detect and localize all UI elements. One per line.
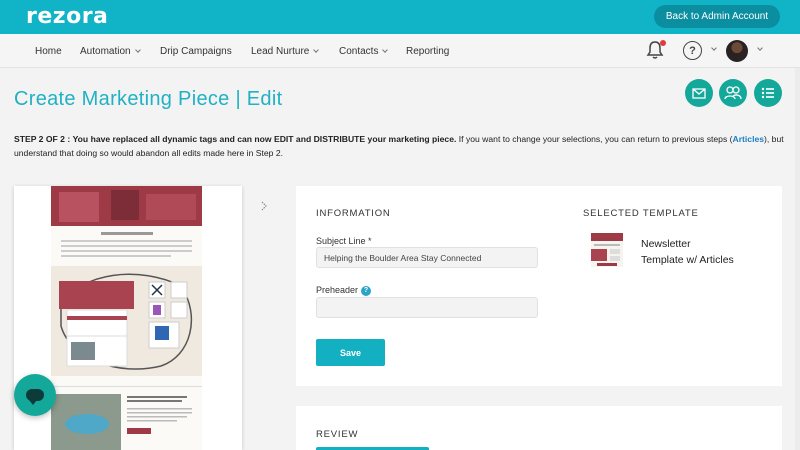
step-message: STEP 2 OF 2 : You have replaced all dyna… [14,134,784,158]
nav-reporting[interactable]: Reporting [406,34,449,68]
info-icon[interactable]: ? [361,285,372,296]
nav-drip-campaigns[interactable]: Drip Campaigns [160,34,232,68]
help-icon[interactable]: ? [683,41,702,60]
template-name: Newsletter Template w/ Articles [641,238,734,266]
envelope-glyph [692,87,706,99]
nav-lead-nurture[interactable]: Lead Nurture [251,34,320,68]
chevron-down-icon [382,46,389,53]
chevron-down-icon [134,46,141,53]
subject-line-label: Subject Line * [316,236,372,246]
preheader-label: Preheader? [316,285,372,296]
articles-link[interactable]: Articles [733,134,765,144]
list-icon[interactable] [754,79,782,107]
page-title: Create Marketing Piece | Edit [14,88,283,110]
chat-icon [26,389,44,405]
review-card [296,406,782,450]
nav-contacts[interactable]: Contacts [339,34,389,68]
nav-home[interactable]: Home [35,34,62,68]
newsletter-thumbnail [51,186,202,450]
chevron-down-icon [313,46,320,53]
review-heading: REVIEW [316,429,359,440]
notification-badge [660,40,666,46]
template-thumbnail [591,233,623,267]
mouse-cursor-icon [261,201,267,211]
nav-automation[interactable]: Automation [80,34,141,68]
rezora-logo[interactable]: rezora [26,4,108,29]
main-nav: Home Automation Drip Campaigns Lead Nurt… [0,34,800,68]
scrollbar[interactable] [795,68,800,450]
email-icon[interactable] [685,79,713,107]
contacts-icon[interactable] [719,79,747,107]
back-to-admin-button[interactable]: Back to Admin Account [654,5,780,28]
people-glyph [724,86,742,100]
subject-line-input[interactable]: Helping the Boulder Area Stay Connected [316,247,538,268]
save-button[interactable]: Save [316,339,385,366]
template-image [591,233,623,266]
chat-button[interactable] [14,374,56,416]
avatar[interactable] [726,40,748,62]
list-glyph [761,87,774,99]
information-heading: INFORMATION [316,208,391,219]
newsletter-image [51,186,202,450]
selected-template-heading: SELECTED TEMPLATE [583,208,699,219]
preheader-input[interactable] [316,297,538,318]
